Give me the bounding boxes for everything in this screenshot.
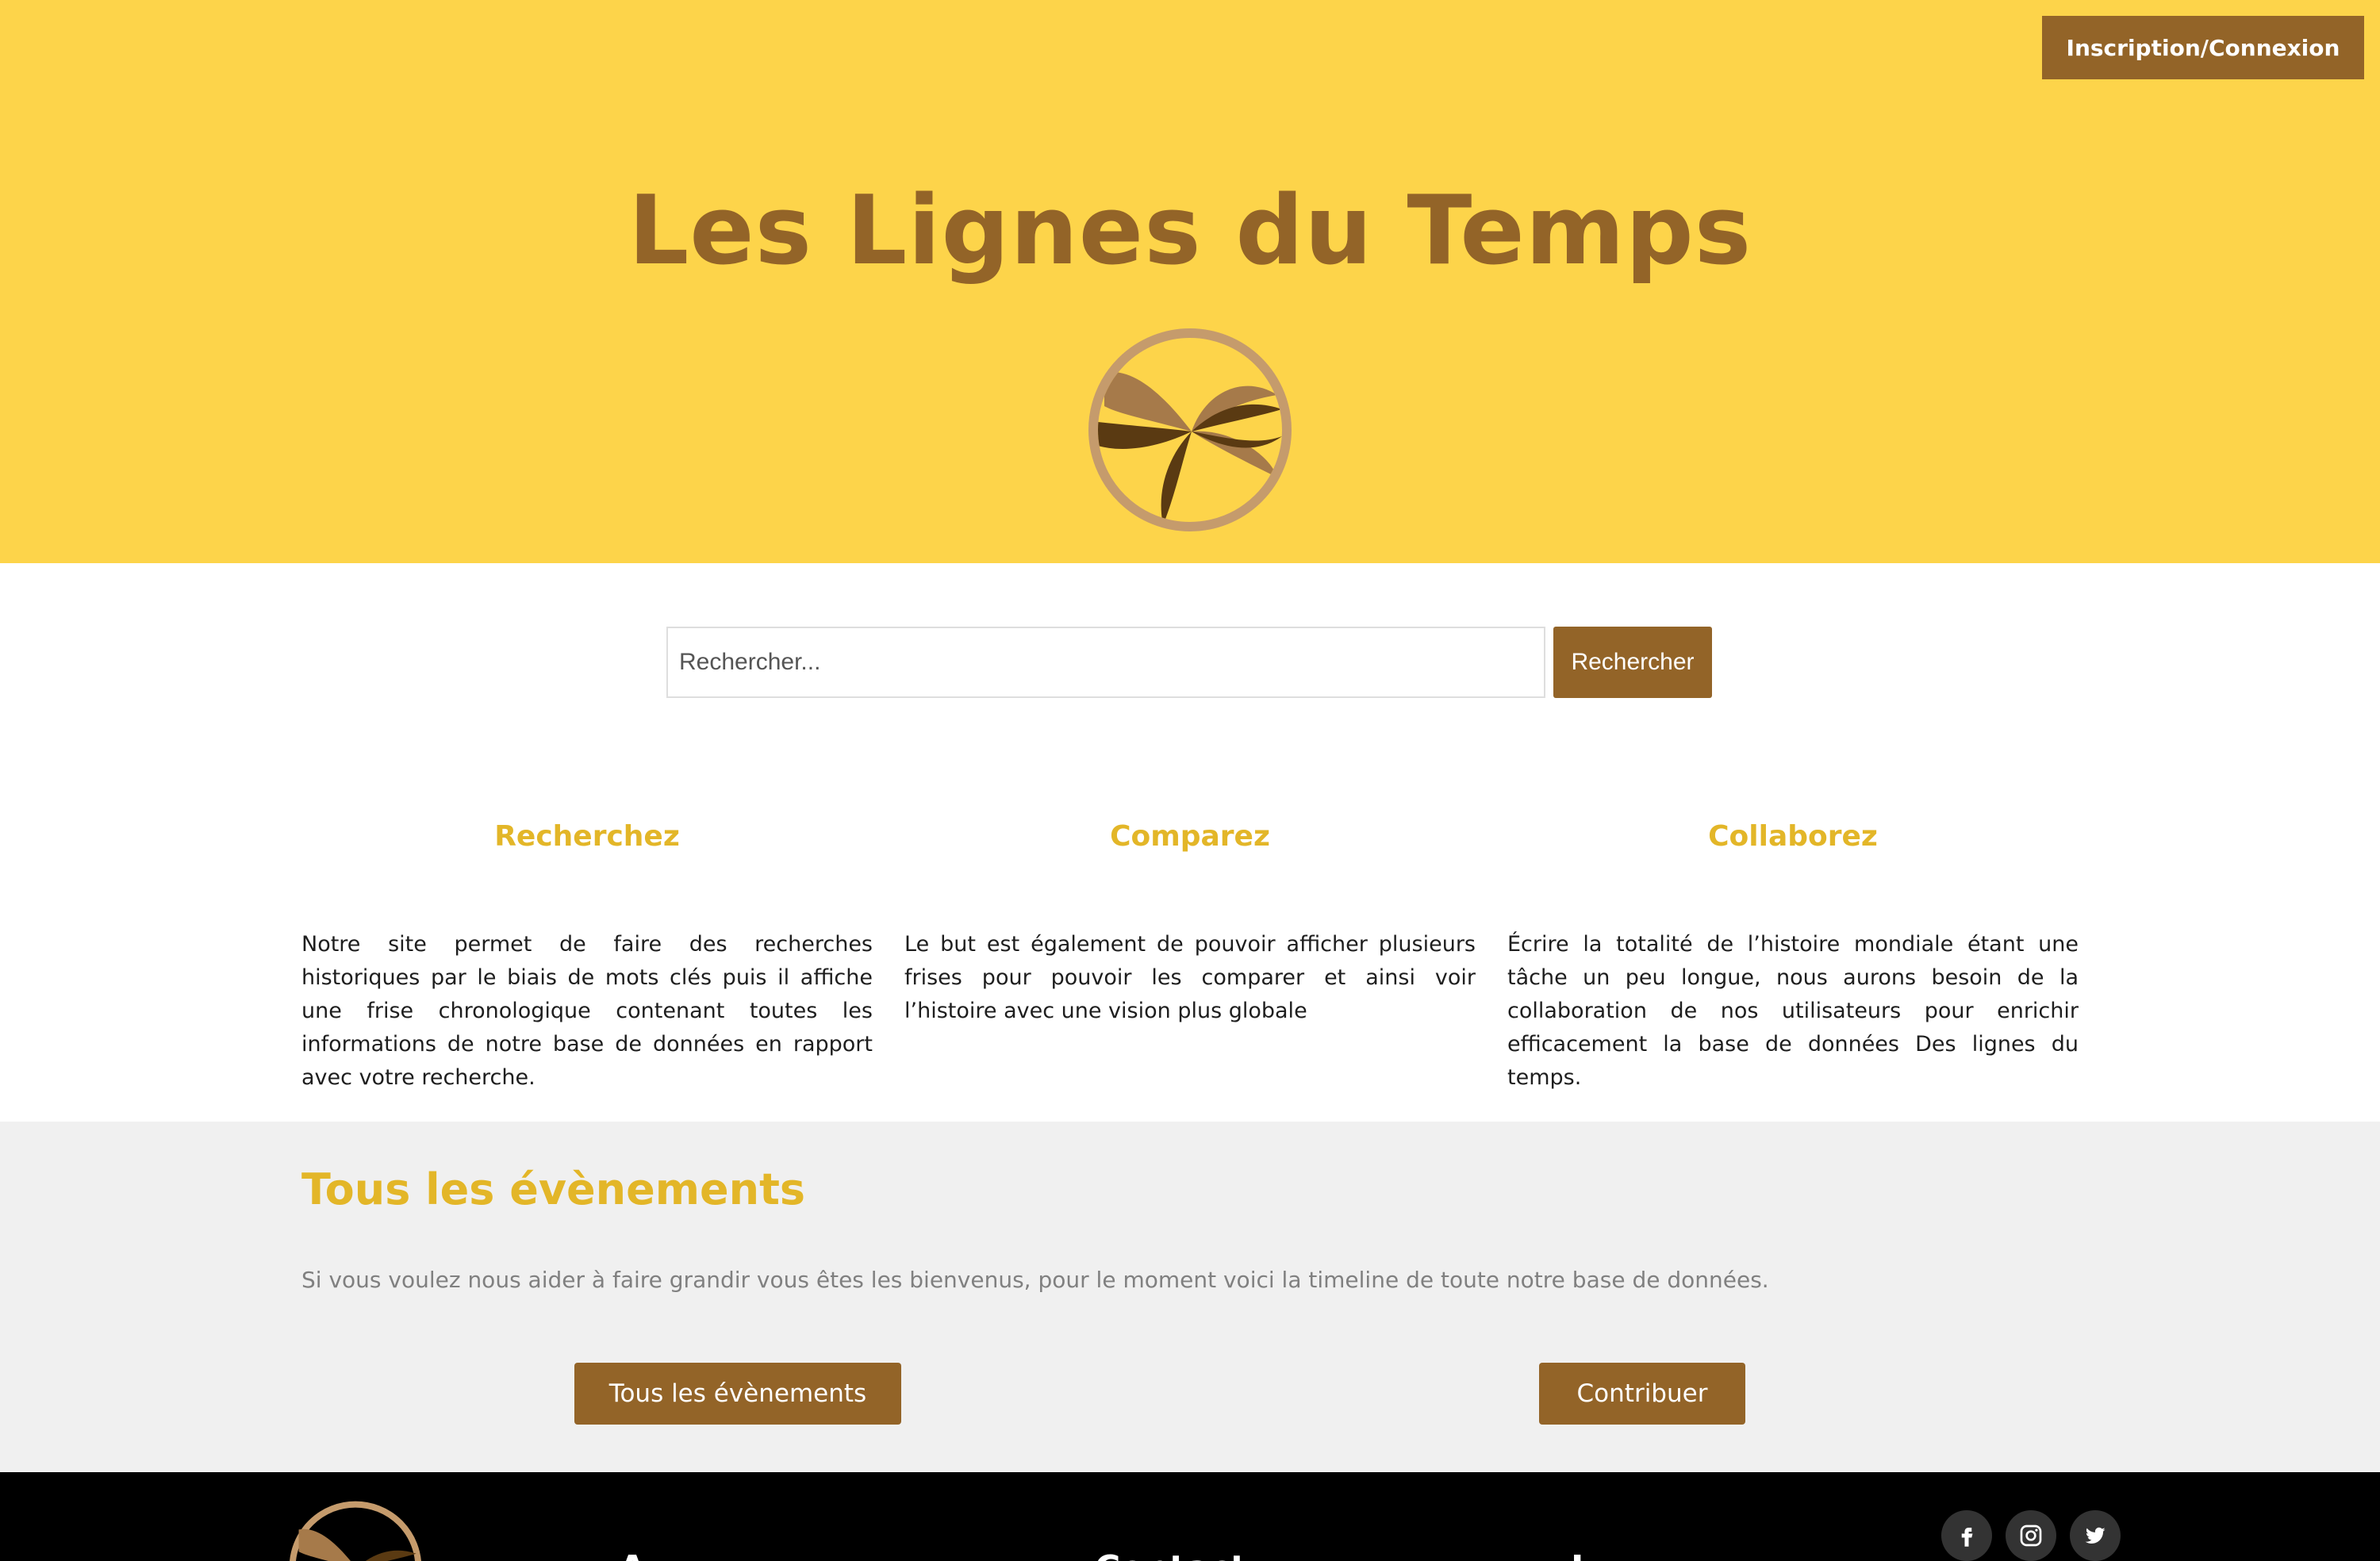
facebook-icon[interactable] [1941,1510,1992,1561]
events-title: Tous les évènements [301,1164,806,1214]
twitter-icon[interactable] [2070,1510,2121,1561]
footer-logo-icon [290,1501,421,1561]
feature-compare: Comparez Le but est également de pouvoir… [904,817,1476,1028]
all-events-button[interactable]: Tous les évènements [574,1363,901,1425]
search-button[interactable]: Rechercher [1553,627,1712,698]
footer-column-title: Contact [1095,1545,1247,1561]
feature-title: Comparez [1110,820,1270,853]
footer-column-title: A [619,1545,646,1561]
feature-collaborate: Collaborez Écrire la totalité de l’histo… [1507,817,2079,1095]
feature-title: Recherchez [494,820,680,853]
events-description: Si vous voulez nous aider à faire grandi… [301,1267,1769,1293]
search-input[interactable] [666,627,1545,698]
footer-column-title: L [1571,1545,1593,1561]
feature-text: Écrire la totalité de l’histoire mondial… [1507,932,2079,1090]
site-title: Les Lignes du Temps [628,176,1752,286]
feature-text: Le but est également de pouvoir afficher… [904,932,1476,1023]
instagram-icon[interactable] [2006,1510,2056,1561]
events-section: Tous les évènements Si vous voulez nous … [0,1122,2380,1472]
login-button[interactable]: Inscription/Connexion [2042,16,2364,79]
feature-search: Recherchez Notre site permet de faire de… [301,817,873,1095]
feature-text: Notre site permet de faire des recherche… [301,932,873,1090]
contribute-button[interactable]: Contribuer [1539,1363,1745,1425]
feature-title: Collaborez [1708,820,1878,853]
footer: A Contact L [0,1472,2380,1561]
timeline-logo-icon [1088,328,1292,531]
hero-header: Inscription/Connexion Les Lignes du Temp… [0,0,2380,563]
